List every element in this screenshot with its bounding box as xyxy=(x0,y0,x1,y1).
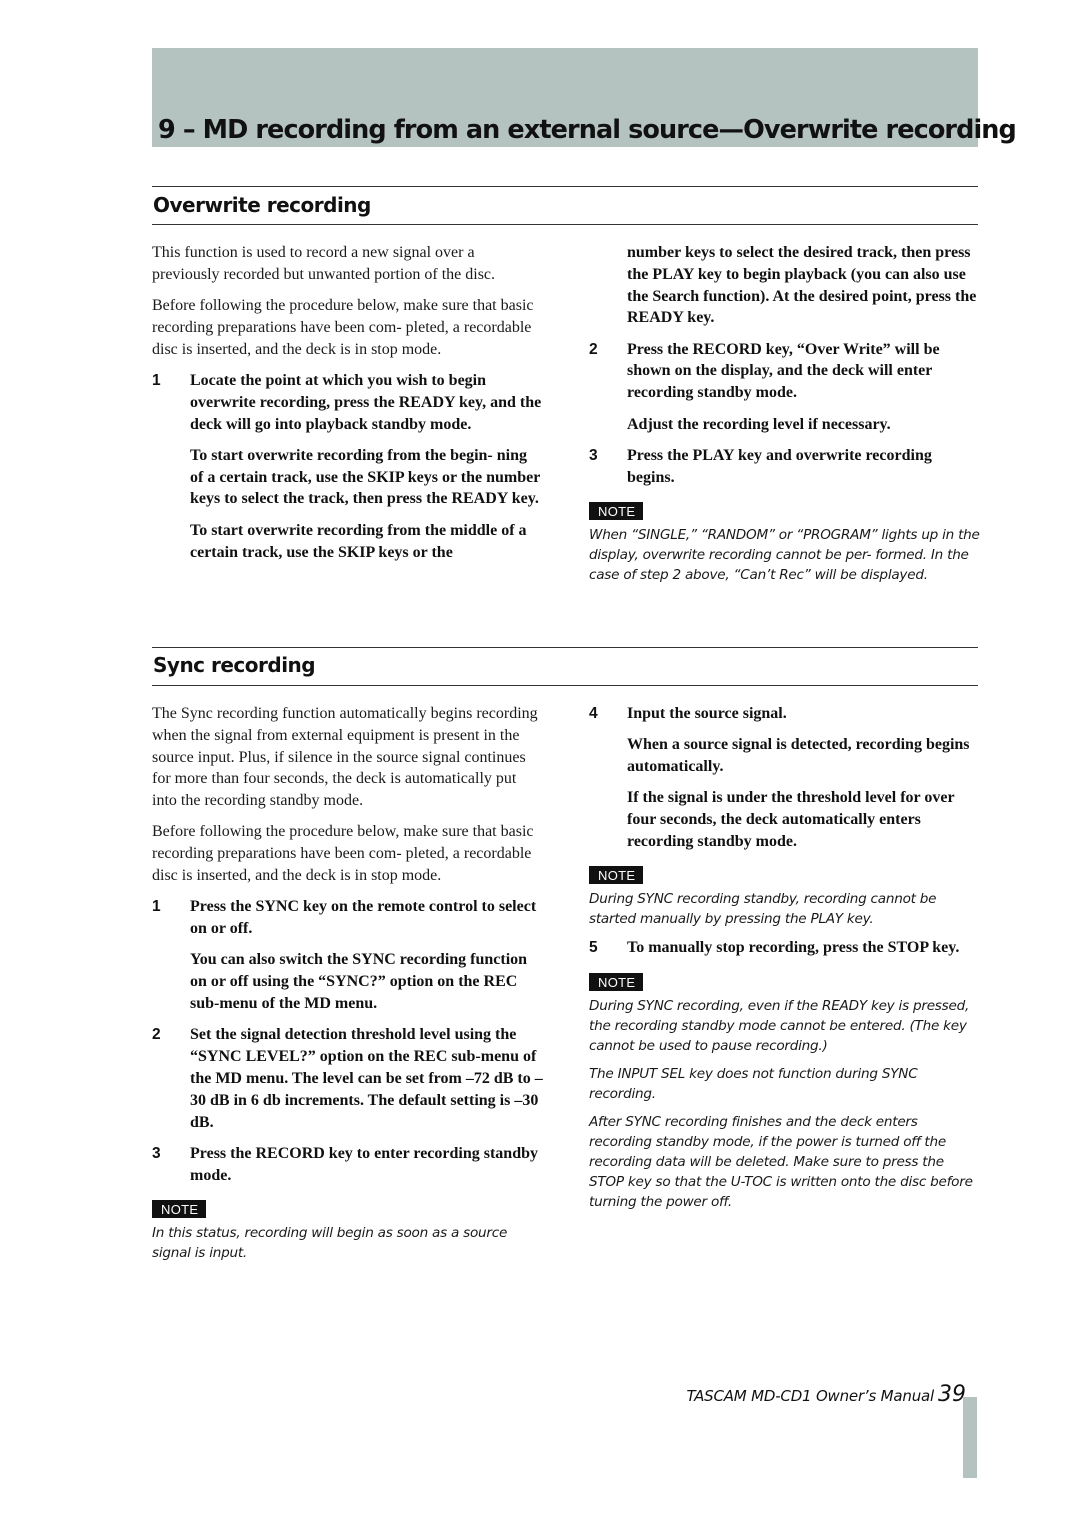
note-text: In this status, recording will begin as … xyxy=(152,1224,508,1261)
step-number: 2 xyxy=(152,1026,161,1044)
note-badge: NOTE xyxy=(152,1199,207,1218)
section-rule-top xyxy=(152,647,978,648)
step-item: 2 Set the signal detection threshold lev… xyxy=(152,1024,544,1133)
note-badge: NOTE xyxy=(589,501,644,520)
note-text: When “SINGLE,” “RANDOM” or “PROGRAM” lig… xyxy=(589,526,980,583)
step-number: 1 xyxy=(152,371,161,389)
sync-right-column: 4 Input the source signal. When a source… xyxy=(589,703,981,1220)
paragraph: Before following the procedure below, ma… xyxy=(152,297,534,358)
chapter-side-tab xyxy=(963,1397,977,1478)
step-number: 5 xyxy=(589,939,598,957)
step-text: Press the PLAY key and overwrite recordi… xyxy=(627,446,932,486)
step-number: 2 xyxy=(589,340,598,358)
step-item: 1 Locate the point at which you wish to … xyxy=(152,370,544,435)
section-rule-bottom xyxy=(152,685,978,686)
section-rule-top xyxy=(152,186,978,187)
step-text: Input the source signal. xyxy=(627,705,787,722)
note-text: During SYNC recording, even if the READY… xyxy=(589,997,970,1054)
sync-left-column: The Sync recording function automaticall… xyxy=(152,703,544,1271)
step-text: Press the RECORD key to enter recording … xyxy=(190,1144,538,1184)
section-title-sync: Sync recording xyxy=(153,653,316,677)
note-text: During SYNC recording standby, recording… xyxy=(589,891,937,928)
note-text: After SYNC recording finishes and the de… xyxy=(589,1113,973,1210)
step-detail: If the signal is under the threshold lev… xyxy=(627,789,955,850)
chapter-header-bar: 9 – MD recording from an external source… xyxy=(152,48,1017,147)
step-detail: You can also switch the SYNC recording f… xyxy=(190,951,528,1013)
step-text: Press the RECORD key, “Over Write” will … xyxy=(627,340,940,402)
step-number: 1 xyxy=(152,898,161,916)
paragraph: The Sync recording function automaticall… xyxy=(152,705,538,810)
step-number: 3 xyxy=(152,1144,161,1162)
step-detail: Adjust the recording level if necessary. xyxy=(627,415,891,433)
step-detail: To start overwrite recording from the mi… xyxy=(190,521,527,561)
page-footer: TASCAM MD-CD1 Owner’s Manual 39 xyxy=(600,1382,967,1407)
paragraph: Before following the procedure below, ma… xyxy=(152,823,534,885)
step-item: 1 Press the SYNC key on the remote contr… xyxy=(152,896,544,940)
overwrite-right-column: number keys to select the desired track,… xyxy=(589,242,981,593)
note-badge: NOTE xyxy=(589,866,644,885)
manual-title: TASCAM MD-CD1 Owner’s Manual xyxy=(686,1387,935,1405)
step-number: 3 xyxy=(589,446,598,464)
page-number: 39 xyxy=(938,1382,966,1407)
paragraph: This function is used to record a new si… xyxy=(152,244,496,283)
step-detail-continued: number keys to select the desired track,… xyxy=(627,244,977,327)
chapter-title: 9 – MD recording from an external source… xyxy=(158,115,1017,145)
note-badge: NOTE xyxy=(589,972,644,991)
step-item: 5 To manually stop recording, press the … xyxy=(589,937,981,959)
section-rule-bottom xyxy=(152,224,978,225)
step-text: Set the signal detection threshold level… xyxy=(190,1026,543,1131)
step-item: 3 Press the RECORD key to enter recordin… xyxy=(152,1143,544,1187)
step-text: To manually stop recording, press the ST… xyxy=(627,939,960,957)
step-detail: To start overwrite recording from the be… xyxy=(190,446,541,508)
overwrite-left-column: This function is used to record a new si… xyxy=(152,242,544,573)
note-text: The INPUT SEL key does not function duri… xyxy=(589,1065,918,1102)
section-title-overwrite: Overwrite recording xyxy=(153,193,371,217)
step-text: Press the SYNC key on the remote control… xyxy=(190,898,537,938)
step-text: Locate the point at which you wish to be… xyxy=(190,371,542,433)
step-item: 2 Press the RECORD key, “Over Write” wil… xyxy=(589,339,981,404)
step-item: 3 Press the PLAY key and overwrite recor… xyxy=(589,445,981,489)
step-number: 4 xyxy=(589,705,598,722)
step-detail: When a source signal is detected, record… xyxy=(627,736,970,776)
step-item: 4 Input the source signal. xyxy=(589,703,981,725)
